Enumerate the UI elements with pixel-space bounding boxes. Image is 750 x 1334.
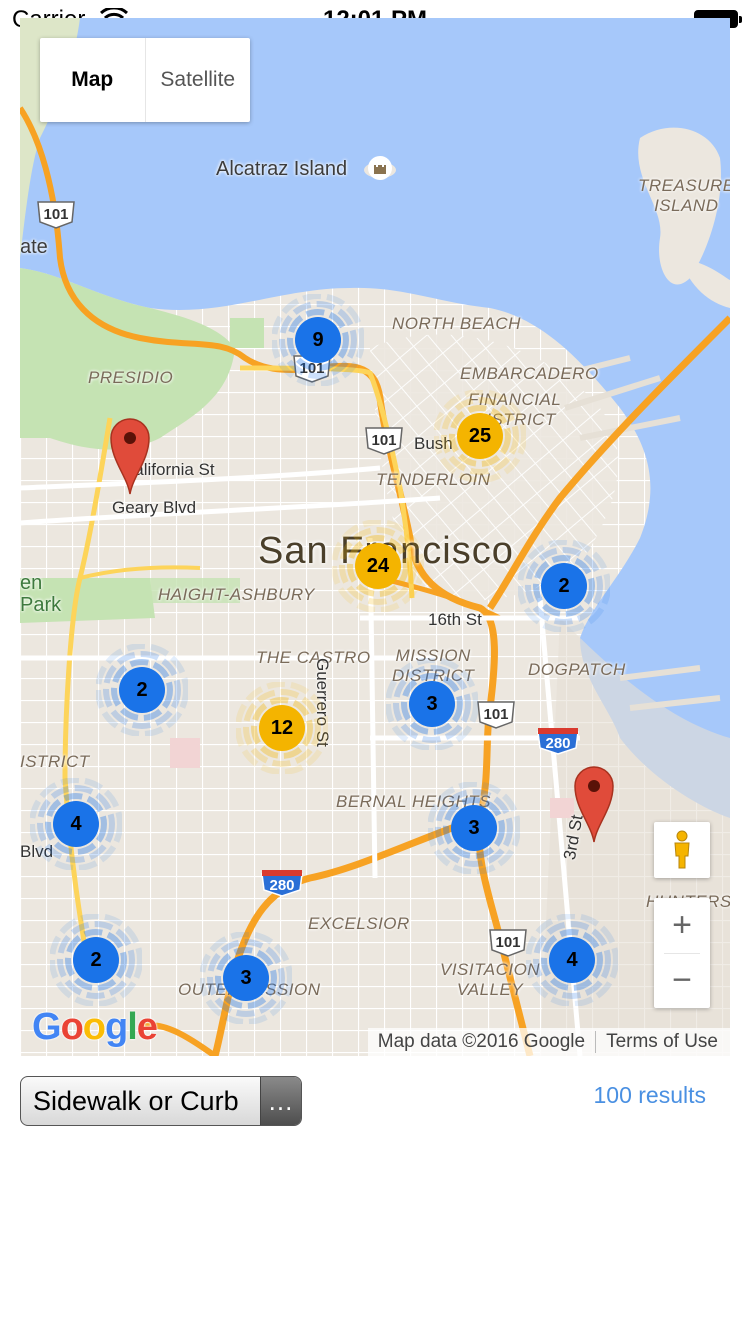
terms-of-use-link[interactable]: Terms of Use	[606, 1031, 718, 1053]
map-view[interactable]: Map Satellite Alcatraz Island TREASURE I…	[20, 18, 730, 1056]
marker-cluster[interactable]: 12	[236, 682, 328, 774]
pegman-icon	[674, 830, 690, 869]
haight-ashbury-label: HAIGHT-ASHBURY	[158, 585, 315, 604]
category-filter-button[interactable]: Sidewalk or Curb ...	[20, 1076, 302, 1126]
cluster-count: 24	[366, 554, 390, 577]
cluster-count: 3	[468, 816, 480, 839]
presidio-label: PRESIDIO	[88, 368, 174, 387]
cluster-count: 25	[468, 424, 492, 447]
cluster-count: 3	[240, 966, 252, 989]
location-pin-icon[interactable]	[573, 764, 615, 844]
highway-101-shield: 101	[476, 700, 516, 735]
district-fragment-label: ISTRICT	[20, 752, 90, 771]
marker-cluster[interactable]: 3	[428, 782, 520, 874]
marker-cluster[interactable]: 3	[200, 932, 292, 1024]
shield-text: 101	[483, 706, 508, 723]
map-type-map-button[interactable]: Map	[40, 38, 146, 122]
highway-101-shield: 101	[36, 200, 76, 235]
dogpatch-label: DOGPATCH	[528, 660, 626, 679]
highway-280-shield: 280	[260, 868, 304, 903]
map-type-control: Map Satellite	[40, 38, 250, 122]
shield-text: 101	[371, 432, 396, 449]
cluster-count: 12	[270, 716, 294, 739]
shield-text: 280	[545, 735, 570, 752]
shield-text: 280	[269, 877, 294, 894]
landmark-icon	[368, 156, 392, 180]
results-count-link[interactable]: 100 results	[593, 1082, 706, 1109]
geary-blvd-label: Geary Blvd	[112, 498, 197, 517]
cluster-count: 2	[558, 574, 570, 597]
category-filter-label: Sidewalk or Curb	[33, 1085, 239, 1116]
marker-cluster[interactable]: 9	[272, 294, 364, 386]
google-logo: Google	[32, 1006, 158, 1048]
park-label: Park	[20, 594, 62, 616]
alcatraz-label: Alcatraz Island	[216, 158, 348, 180]
cluster-count: 4	[566, 948, 578, 971]
embarcadero-label: EMBARCADERO	[460, 364, 599, 383]
more-options-button[interactable]: ...	[260, 1077, 301, 1125]
16th-st-label: 16th St	[428, 610, 482, 629]
marker-cluster[interactable]: 4	[526, 914, 618, 1006]
zoom-control: + −	[654, 898, 710, 1008]
cluster-count: 2	[136, 678, 148, 701]
marker-cluster[interactable]: 2	[50, 914, 142, 1006]
cluster-count: 4	[70, 812, 82, 835]
cluster-count: 3	[426, 692, 438, 715]
marker-cluster[interactable]: 2	[96, 644, 188, 736]
treasure-island-label: TREASURE ISLAND	[638, 176, 730, 215]
street-view-pegman-button[interactable]	[654, 822, 710, 878]
park-fragment-label: en	[20, 572, 43, 594]
map-attribution: Map data ©2016 Google Terms of Use	[367, 1028, 730, 1056]
highway-280-shield: 280	[536, 726, 580, 761]
ate-label: ate	[20, 236, 48, 258]
marker-cluster[interactable]: 2	[518, 540, 610, 632]
map-data-label: Map data ©2016 Google	[377, 1031, 586, 1052]
cluster-count: 2	[90, 948, 102, 971]
cluster-count: 9	[312, 328, 324, 351]
shield-text: 101	[43, 206, 68, 223]
marker-cluster[interactable]: 24	[332, 520, 424, 612]
pin-shape	[110, 418, 150, 495]
marker-cluster[interactable]: 3	[386, 658, 478, 750]
pin-shape	[574, 766, 614, 843]
shield-text: 101	[495, 934, 520, 951]
highway-101-shield: 101	[364, 426, 404, 461]
zoom-in-button[interactable]: +	[654, 898, 710, 953]
marker-cluster[interactable]: 4	[30, 778, 122, 870]
north-beach-label: NORTH BEACH	[392, 314, 521, 333]
marker-cluster[interactable]: 25	[434, 390, 526, 482]
zoom-out-button[interactable]: −	[654, 953, 710, 1008]
map-type-satellite-button[interactable]: Satellite	[146, 38, 251, 122]
highway-101-shield: 101	[488, 928, 528, 963]
location-pin-icon[interactable]	[109, 416, 151, 496]
excelsior-label: EXCELSIOR	[308, 914, 410, 933]
